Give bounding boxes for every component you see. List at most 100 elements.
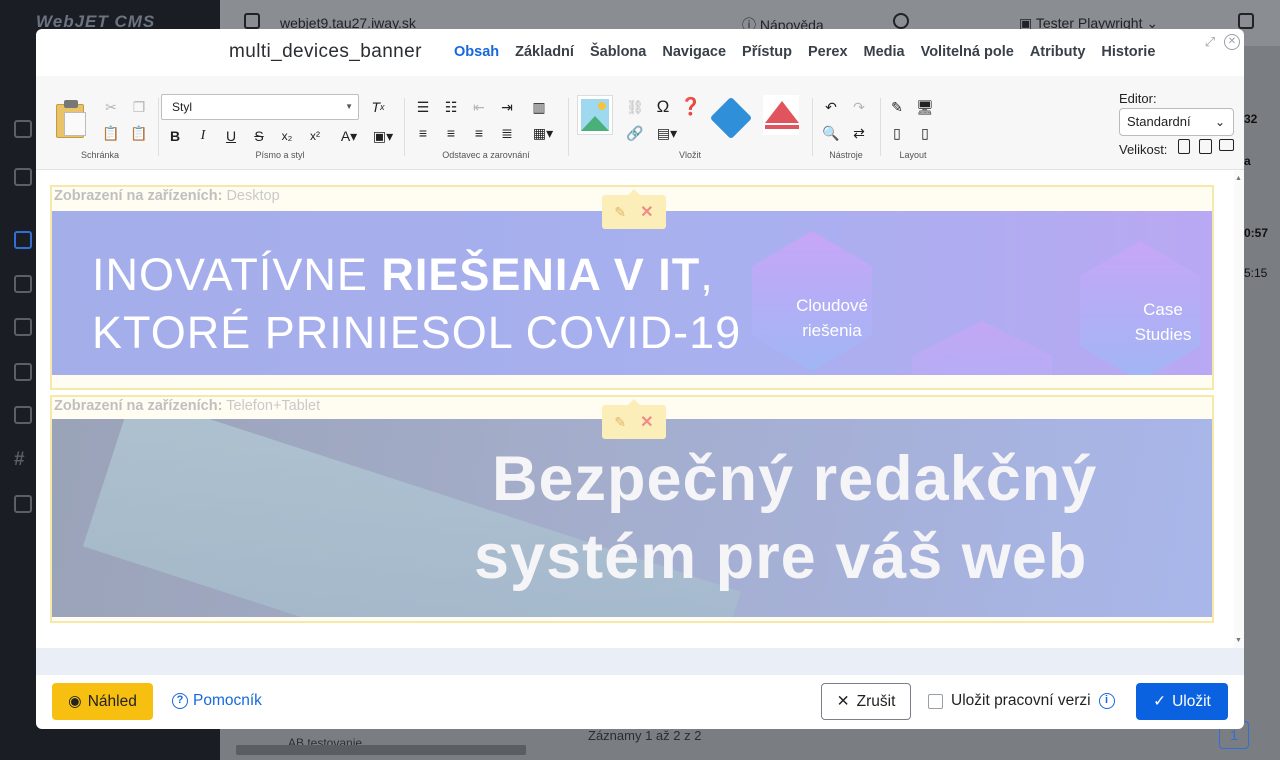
tree-scrollbar[interactable] [236,745,526,755]
about-icon[interactable]: ❓ [680,96,702,118]
toolbar-separator [880,98,881,156]
underline-icon[interactable]: U [220,125,242,147]
scroll-down-icon[interactable]: ▼ [1235,637,1242,644]
align-center-icon[interactable]: ≡ [440,122,462,144]
modal-window-controls: ⤢ ✕ [1196,34,1240,50]
redo-icon[interactable]: ↷ [848,96,870,118]
scroll-up-icon[interactable]: ▲ [1235,175,1242,182]
save-label: Uložit [1172,692,1211,710]
external-link-icon[interactable] [14,363,32,381]
search-icon[interactable] [893,13,909,29]
helper-link[interactable]: ? Pomocník [172,692,262,710]
layers-icon[interactable] [14,406,32,424]
desktop-icon[interactable]: 🖥 [914,96,936,118]
footer-strip [36,648,1244,675]
image-icon[interactable] [14,168,32,186]
delete-icon[interactable]: ✕ [640,202,653,222]
paste-text-icon[interactable]: 📋 [100,122,122,144]
cancel-button[interactable]: ✕ Zrušit [821,683,911,720]
blocks-icon[interactable]: ▥ [528,96,550,118]
editor-content[interactable]: Zobrazení na zařízeních: Desktop INOVATÍ… [36,170,1234,648]
preview-button[interactable]: ◉ Náhled [52,683,153,720]
block-tools: ✎ ✕ [602,189,666,229]
edit-icon[interactable]: ✎ [614,414,626,431]
question-icon: ? [172,693,188,709]
tab-perex[interactable]: Perex [808,44,848,60]
tablet-icon[interactable]: ▯ [886,122,908,144]
find-icon[interactable]: 🔍 [820,122,842,144]
device-label-key: Zobrazení na zařízeních: [54,188,223,204]
tab-sablona[interactable]: Šablona [590,44,646,60]
indent-icon[interactable]: ⇥ [496,96,518,118]
bg-cell-1: 32 [1244,112,1258,126]
link-icon[interactable]: 🔗 [624,122,646,144]
device-block-desktop[interactable]: Zobrazení na zařízeních: Desktop INOVATÍ… [50,185,1214,390]
device-block-mobile[interactable]: Zobrazení na zařízeních: Telefon+Tablet … [50,395,1214,623]
bold-icon[interactable]: B [164,125,186,147]
size-phone-icon[interactable] [1178,139,1190,154]
hash-icon[interactable]: # [14,449,25,471]
cut-icon[interactable]: ✂ [100,96,122,118]
align-justify-icon[interactable]: ≣ [496,122,518,144]
style-select[interactable]: Styl ▼ [161,94,359,120]
bulleted-list-icon[interactable]: ☰ [412,96,434,118]
work-version-checkbox[interactable] [928,693,943,709]
tab-navigace[interactable]: Navigace [662,44,726,60]
subscript-icon[interactable]: x₂ [276,125,298,147]
tab-obsah[interactable]: Obsah [454,44,499,60]
editor-select[interactable]: Standardní ⌄ [1119,108,1234,136]
outdent-icon[interactable]: ⇤ [468,96,490,118]
file-icon[interactable] [14,318,32,336]
italic-icon[interactable]: I [192,125,214,147]
tab-historie[interactable]: Historie [1101,44,1155,60]
tab-media[interactable]: Media [864,44,905,60]
maximize-icon[interactable]: ⤢ [1202,34,1218,50]
special-char-icon[interactable]: Ω [652,96,674,118]
remove-format-icon[interactable]: Tx [367,96,389,118]
tab-pristup[interactable]: Přístup [742,44,792,60]
background-color-icon[interactable]: ▣▾ [368,125,398,147]
form-icon[interactable]: ▤▾ [652,122,682,144]
undo-icon[interactable]: ↶ [820,96,842,118]
save-button[interactable]: ✓ Uložit [1136,683,1228,720]
modal-tabs: Obsah Základní Šablona Navigace Přístup … [454,44,1171,60]
content-scrollbar[interactable]: ▲ ▼ [1234,170,1244,648]
tab-volitelna-pole[interactable]: Volitelná pole [921,44,1014,60]
info-icon[interactable]: i [1098,693,1115,709]
home-icon[interactable] [14,120,32,138]
work-version-toggle[interactable]: Uložit pracovní verzi i [928,692,1115,710]
copy-icon[interactable] [14,275,32,293]
copy-icon[interactable]: ❐ [128,96,150,118]
tab-atributy[interactable]: Atributy [1030,44,1086,60]
edit-icon[interactable]: ✎ [614,204,626,221]
editor-toolbar: Schránka ✂ ❐ 📋 📋 Písmo a styl Styl ▼ Tx B… [36,76,1244,170]
numbered-list-icon[interactable]: ☷ [440,96,462,118]
unlink-icon[interactable]: ⛓ [624,96,646,118]
align-right-icon[interactable]: ≡ [468,122,490,144]
text-color-icon[interactable]: A▾ [334,125,364,147]
superscript-icon[interactable]: x² [304,125,326,147]
edit-source-icon[interactable]: ✎ [886,96,908,118]
replace-icon[interactable]: ⇄ [848,122,870,144]
delete-icon[interactable]: ✕ [640,412,653,432]
group-label-tools: Nástroje [829,150,863,160]
phone-icon[interactable]: ▯ [914,122,936,144]
close-icon[interactable]: ✕ [1224,34,1240,50]
size-desktop-icon[interactable] [1219,139,1234,151]
strikethrough-icon[interactable]: S [248,125,270,147]
group-label-clipboard: Schránka [80,150,120,160]
banner-headline-tail: , [700,249,714,300]
align-left-icon[interactable]: ≡ [412,122,434,144]
tab-zakladni[interactable]: Základní [515,44,574,60]
logout-icon[interactable] [1238,13,1254,29]
paste-icon[interactable] [54,98,90,138]
size-tablet-icon[interactable] [1199,139,1212,154]
paste-word-icon[interactable]: 📋 [128,122,150,144]
toolbar-separator [568,98,569,156]
database-icon[interactable] [14,495,32,513]
eye-icon: ◉ [68,693,82,710]
pages-icon[interactable] [14,231,32,249]
banner-icon[interactable] [763,95,799,135]
image-icon[interactable] [577,95,613,135]
table-icon[interactable]: ▦▾ [528,122,558,144]
